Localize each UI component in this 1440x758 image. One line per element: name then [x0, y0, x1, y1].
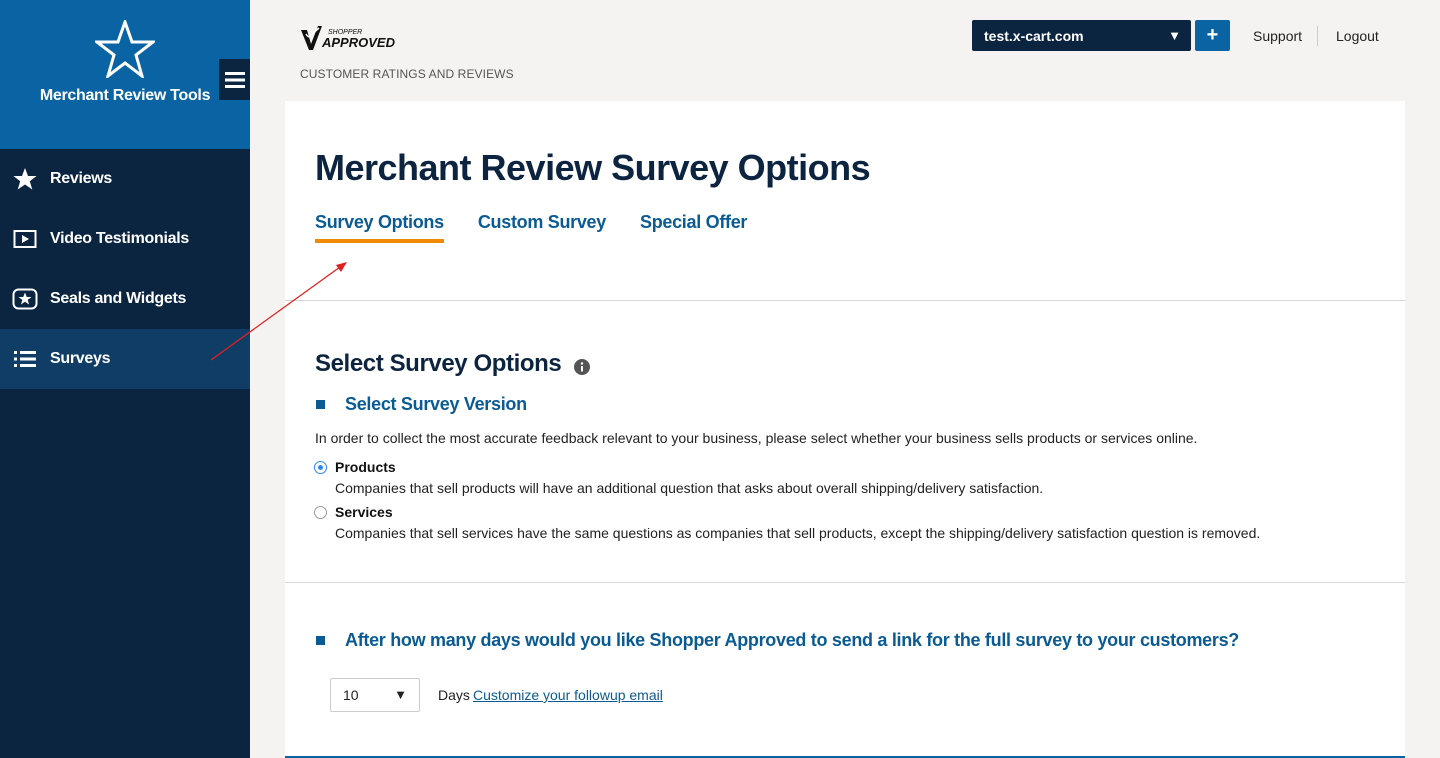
- caret-down-icon: ▼: [1168, 28, 1181, 43]
- sidebar-item-label: Surveys: [50, 350, 111, 367]
- sidebar-item-surveys[interactable]: Surveys: [0, 329, 250, 389]
- services-description: Companies that sell services have the sa…: [335, 525, 1261, 541]
- video-play-icon: [12, 226, 38, 252]
- survey-version-description: In order to collect the most accurate fe…: [315, 430, 1198, 446]
- caret-down-icon: ▼: [394, 687, 407, 702]
- sidebar-item-label: Seals and Widgets: [50, 290, 187, 307]
- services-label[interactable]: Services: [335, 504, 393, 520]
- add-site-button[interactable]: +: [1195, 20, 1230, 51]
- header-separator: [1317, 26, 1318, 46]
- menu-toggle-button[interactable]: [219, 59, 250, 100]
- logo-tagline: CUSTOMER RATINGS AND REVIEWS: [300, 67, 514, 81]
- products-description: Companies that sell products will have a…: [335, 480, 1044, 496]
- site-select-value: test.x-cart.com: [984, 28, 1084, 44]
- site-select-dropdown[interactable]: test.x-cart.com ▼: [972, 20, 1191, 51]
- section-divider: [285, 582, 1405, 583]
- support-link[interactable]: Support: [1253, 28, 1302, 44]
- brand-block: Merchant Review Tools: [0, 0, 250, 149]
- products-radio[interactable]: [314, 461, 327, 474]
- star-logo-icon: [95, 20, 155, 78]
- star-badge-icon: [12, 286, 38, 312]
- hamburger-icon: [224, 71, 245, 88]
- days-label: Days: [438, 687, 470, 703]
- products-label[interactable]: Products: [335, 459, 396, 475]
- followup-days-select[interactable]: 10 ▼: [330, 678, 420, 712]
- section-divider: [285, 300, 1405, 301]
- list-icon: [12, 346, 38, 372]
- sidebar: Merchant Review Tools Reviews Video Test…: [0, 0, 250, 758]
- info-icon[interactable]: [574, 359, 590, 375]
- tab-bar: Survey Options Custom Survey Special Off…: [315, 212, 781, 243]
- star-icon: [12, 166, 38, 192]
- section-title: Select Survey Options: [315, 350, 562, 377]
- brand-title: Merchant Review Tools: [39, 87, 211, 104]
- bullet-square-icon: [316, 400, 325, 409]
- survey-version-title: Select Survey Version: [345, 394, 527, 414]
- sidebar-item-reviews[interactable]: Reviews: [0, 149, 250, 209]
- customize-followup-email-link[interactable]: Customize your followup email: [473, 687, 663, 703]
- logo-main-text: APPROVED: [321, 35, 396, 50]
- logout-link[interactable]: Logout: [1336, 28, 1379, 44]
- logo-mark-icon: SHOPPER APPROVED: [301, 26, 396, 50]
- tab-survey-options[interactable]: Survey Options: [315, 212, 444, 243]
- bullet-square-icon: [316, 636, 325, 645]
- main-panel: Merchant Review Survey Options Survey Op…: [285, 101, 1405, 758]
- followup-days-value: 10: [343, 687, 359, 703]
- tab-special-offer[interactable]: Special Offer: [640, 212, 747, 243]
- sidebar-item-label: Video Testimonials: [50, 230, 189, 247]
- sidebar-item-seals-and-widgets[interactable]: Seals and Widgets: [0, 269, 250, 329]
- tab-custom-survey[interactable]: Custom Survey: [478, 212, 606, 243]
- services-radio[interactable]: [314, 506, 327, 519]
- sidebar-item-video-testimonials[interactable]: Video Testimonials: [0, 209, 250, 269]
- followup-days-title: After how many days would you like Shopp…: [345, 630, 1239, 650]
- sidebar-item-label: Reviews: [50, 170, 112, 187]
- shopper-approved-logo: SHOPPER APPROVED: [300, 24, 400, 57]
- page-title: Merchant Review Survey Options: [315, 147, 871, 188]
